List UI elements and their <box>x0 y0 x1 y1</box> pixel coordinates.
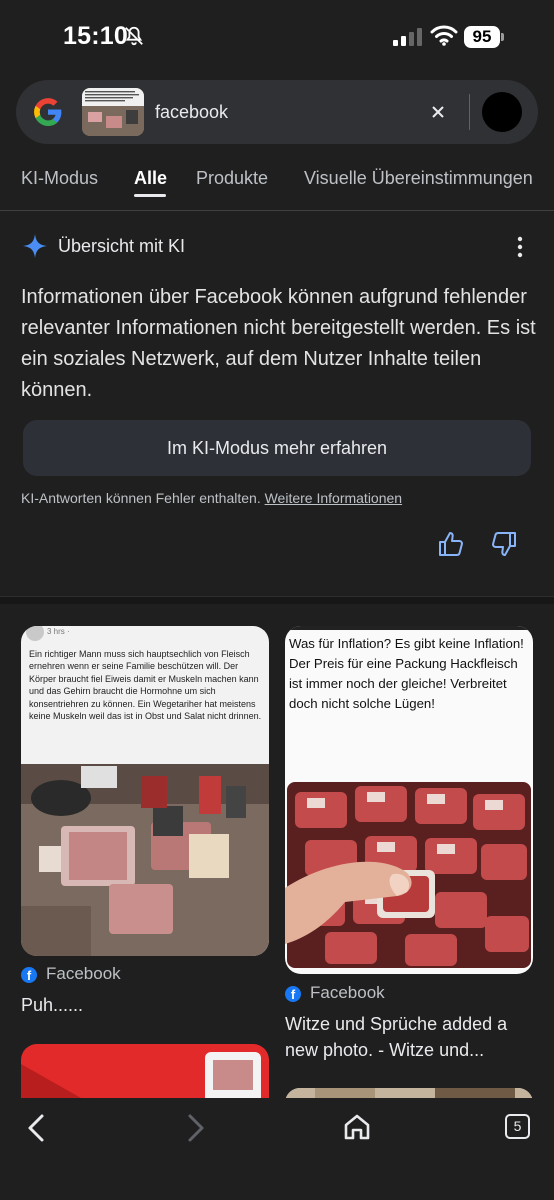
result-image-2[interactable]: Was für Inflation? Es gibt keine Inflati… <box>285 626 533 974</box>
google-logo-icon[interactable] <box>32 96 64 128</box>
back-icon[interactable] <box>24 1112 50 1144</box>
ai-overview-text: Informationen über Facebook können aufgr… <box>21 286 536 401</box>
tabs-divider <box>0 210 554 211</box>
tab-alle[interactable]: Alle <box>134 168 167 189</box>
tab-ki-modus[interactable]: KI-Modus <box>21 168 98 189</box>
avatar[interactable] <box>482 92 522 132</box>
forward-icon[interactable] <box>182 1112 208 1144</box>
result-source-1[interactable]: Facebook <box>46 964 121 984</box>
search-bar[interactable]: facebook <box>16 80 538 144</box>
ai-disclaimer-text: KI-Antworten können Fehler enthalten. <box>21 490 261 506</box>
more-info-link[interactable]: Weitere Informationen <box>265 490 402 506</box>
cellular-signal-icon <box>393 28 422 46</box>
post-timestamp: 3 hrs · <box>47 627 70 636</box>
thumbs-down-icon[interactable] <box>490 530 518 558</box>
search-separator <box>469 94 470 130</box>
ai-disclaimer: KI-Antworten können Fehler enthalten. We… <box>21 490 402 506</box>
section-divider <box>0 596 554 604</box>
facebook-icon: f <box>21 967 37 983</box>
search-query[interactable]: facebook <box>155 102 228 123</box>
result-image-1[interactable]: 3 hrs · Ein richtiger Mann muss sich hau… <box>21 626 269 956</box>
bottom-navigation: 5 <box>0 1098 554 1200</box>
ai-overview-header: Übersicht mit KI <box>22 232 532 262</box>
battery-level: 95 <box>464 26 500 48</box>
status-bar: 15:10 95 <box>0 0 554 72</box>
more-options-icon[interactable] <box>516 236 524 258</box>
tab-switcher-button[interactable]: 5 <box>505 1114 530 1139</box>
home-icon[interactable] <box>342 1112 372 1142</box>
post-text: Ein richtiger Mann muss sich hauptsechli… <box>29 649 262 722</box>
ai-overview-title: Übersicht mit KI <box>58 236 186 256</box>
search-tabs: KI-Modus Alle Produkte Visuelle Übereins… <box>0 150 554 210</box>
search-image-thumbnail[interactable] <box>82 88 144 136</box>
result-source-2[interactable]: Facebook <box>310 983 385 1003</box>
facebook-icon: f <box>285 986 301 1002</box>
ai-sparkle-icon <box>23 234 47 258</box>
status-time: 15:10 <box>63 22 128 50</box>
result-title-2[interactable]: Witze und Sprüche added a new photo. - W… <box>285 1011 535 1063</box>
ai-mode-button[interactable]: Im KI-Modus mehr erfahren <box>23 420 531 476</box>
tab-produkte[interactable]: Produkte <box>196 168 268 189</box>
wifi-icon <box>430 25 458 46</box>
thumbs-up-icon[interactable] <box>437 530 465 558</box>
battery-icon: 95 <box>464 26 504 48</box>
meme-text: Was für Inflation? Es gibt keine Inflati… <box>289 636 524 711</box>
bell-muted-icon <box>125 26 143 46</box>
active-tab-indicator <box>134 194 166 197</box>
close-icon[interactable] <box>424 98 452 126</box>
result-title-1[interactable]: Puh...... <box>21 992 271 1018</box>
tab-visuelle-uebereinstimmungen[interactable]: Visuelle Übereinstimmungen <box>304 168 533 189</box>
